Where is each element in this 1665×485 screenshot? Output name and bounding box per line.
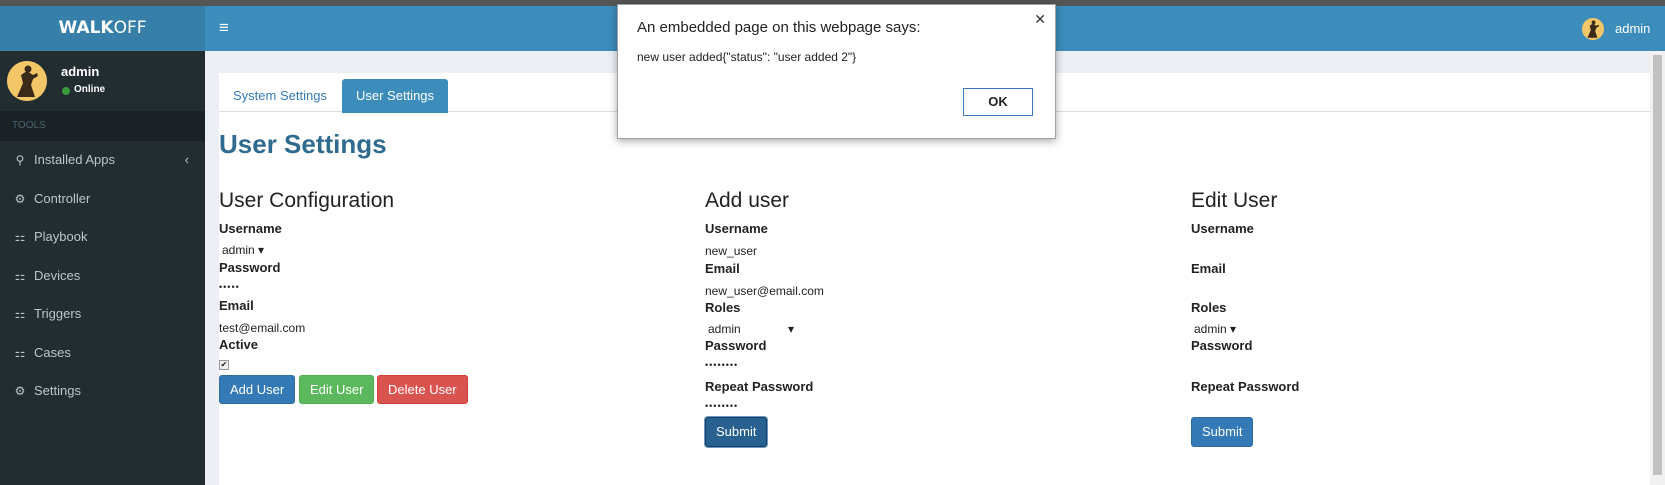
dialog-message: new user added{"status": "user added 2"} <box>637 50 857 64</box>
section-title: Edit User <box>1191 189 1278 212</box>
sidebar-item-label: Controller <box>34 190 91 206</box>
sitemap-icon: ⚏ <box>14 345 26 360</box>
sidebar-item-devices[interactable]: ⚏ Devices <box>0 257 205 296</box>
sidebar-item-label: Playbook <box>34 229 88 244</box>
roles-label: Roles <box>705 300 741 315</box>
sitemap-icon: ⚏ <box>14 307 26 321</box>
user-configuration-section: User Configuration Username admin ▾ Pass… <box>219 189 689 404</box>
alert-dialog: An embedded page on this webpage says: ✕… <box>617 4 1056 139</box>
new-username-field[interactable]: new_user <box>705 244 757 258</box>
add-user-submit-button[interactable]: Submit <box>705 417 768 447</box>
sidebar-item-installed-apps[interactable]: ⚲ Installed Apps ‹ <box>0 141 205 180</box>
password-field[interactable]: ••••• <box>219 282 240 292</box>
close-icon[interactable]: ✕ <box>1034 11 1046 28</box>
edit-user-section: Edit User Username Email Roles admin ▾ P… <box>1191 189 1631 447</box>
app-logo[interactable]: WALKOFF <box>0 6 205 51</box>
sidebar-item-cases[interactable]: ⚏ Cases <box>0 334 205 373</box>
edit-user-button[interactable]: Edit User <box>299 375 375 404</box>
logo-bold: WALK <box>58 18 114 38</box>
sidebar-section-header: TOOLS <box>0 111 205 141</box>
sidebar-item-label: Installed Apps <box>34 152 115 167</box>
section-title: Add user <box>705 189 790 212</box>
new-password-field[interactable]: •••••••• <box>705 360 738 370</box>
repeat-password-label: Repeat Password <box>1191 379 1300 394</box>
tab-user-settings[interactable]: User Settings <box>342 79 449 113</box>
add-user-button[interactable]: Add User <box>219 375 296 404</box>
sitemap-icon: ⚏ <box>14 230 26 244</box>
dialog-title: An embedded page on this webpage says: <box>637 19 921 36</box>
new-email-field[interactable]: new_user@email.com <box>705 284 824 298</box>
password-label: Password <box>219 260 281 275</box>
avatar <box>7 61 47 101</box>
sidebar-nav: ⚲ Installed Apps ‹ ⚙ Controller ⚏ Playbo… <box>0 141 205 411</box>
username-label: Username <box>219 221 282 236</box>
sidebar: WALKOFF admin Online TOOLS ⚲ Installed A… <box>0 6 205 485</box>
header-username[interactable]: admin <box>1615 21 1650 36</box>
username-select[interactable]: admin ▾ <box>222 243 264 257</box>
repeat-password-label: Repeat Password <box>705 379 814 394</box>
repeat-password-field[interactable]: •••••••• <box>705 401 738 411</box>
header-avatar[interactable] <box>1582 18 1604 40</box>
gear-icon: ⚙ <box>14 384 26 398</box>
online-status-icon <box>62 87 70 95</box>
sidebar-item-settings[interactable]: ⚙ Settings <box>0 372 205 411</box>
active-checkbox[interactable]: ✔ <box>219 360 229 370</box>
email-label: Email <box>219 298 254 313</box>
email-field[interactable]: test@email.com <box>219 321 305 335</box>
section-title: User Configuration <box>219 189 395 212</box>
sidebar-item-label: Settings <box>34 383 81 398</box>
sidebar-item-label: Cases <box>34 344 71 360</box>
password-label: Password <box>1191 338 1253 353</box>
gear-icon: ⚙ <box>14 191 26 206</box>
sidebar-item-playbook[interactable]: ⚏ Playbook <box>0 218 205 257</box>
online-status-text: Online <box>74 84 106 95</box>
sidebar-item-label: Triggers <box>34 306 82 321</box>
sitemap-icon: ⚏ <box>14 268 26 283</box>
add-user-section: Add user Username new_user Email new_use… <box>705 189 1175 447</box>
sidebar-username: admin <box>61 64 100 79</box>
password-label: Password <box>705 338 767 353</box>
username-label: Username <box>1191 221 1254 236</box>
page-title: User Settings <box>219 129 387 159</box>
link-icon: ⚲ <box>15 153 25 167</box>
username-label: Username <box>705 221 768 236</box>
sidebar-item-label: Devices <box>34 267 81 283</box>
active-label: Active <box>219 337 259 352</box>
scrollbar-thumb[interactable] <box>1653 55 1662 475</box>
edit-user-submit-button[interactable]: Submit <box>1191 417 1254 447</box>
sidebar-item-triggers[interactable]: ⚏ Triggers <box>0 295 205 334</box>
chevron-left-icon: ‹ <box>184 152 189 167</box>
chevron-down-icon: ▾ <box>788 322 795 336</box>
ok-button[interactable]: OK <box>963 88 1033 116</box>
hamburger-menu-icon[interactable]: ≡ <box>219 18 229 38</box>
tab-system-settings[interactable]: System Settings <box>219 79 341 113</box>
email-label: Email <box>705 261 740 276</box>
email-label: Email <box>1191 261 1226 276</box>
user-panel: admin Online <box>0 51 205 111</box>
logo-light: OFF <box>113 18 147 38</box>
delete-user-button[interactable]: Delete User <box>377 375 468 404</box>
roles-select[interactable]: admin ▾ <box>708 322 798 336</box>
roles-select-value: admin <box>708 322 741 336</box>
edit-roles-select[interactable]: admin ▾ <box>1194 322 1236 336</box>
page-scrollbar[interactable] <box>1650 51 1665 485</box>
roles-label: Roles <box>1191 300 1227 315</box>
sidebar-item-controller[interactable]: ⚙ Controller <box>0 180 205 219</box>
